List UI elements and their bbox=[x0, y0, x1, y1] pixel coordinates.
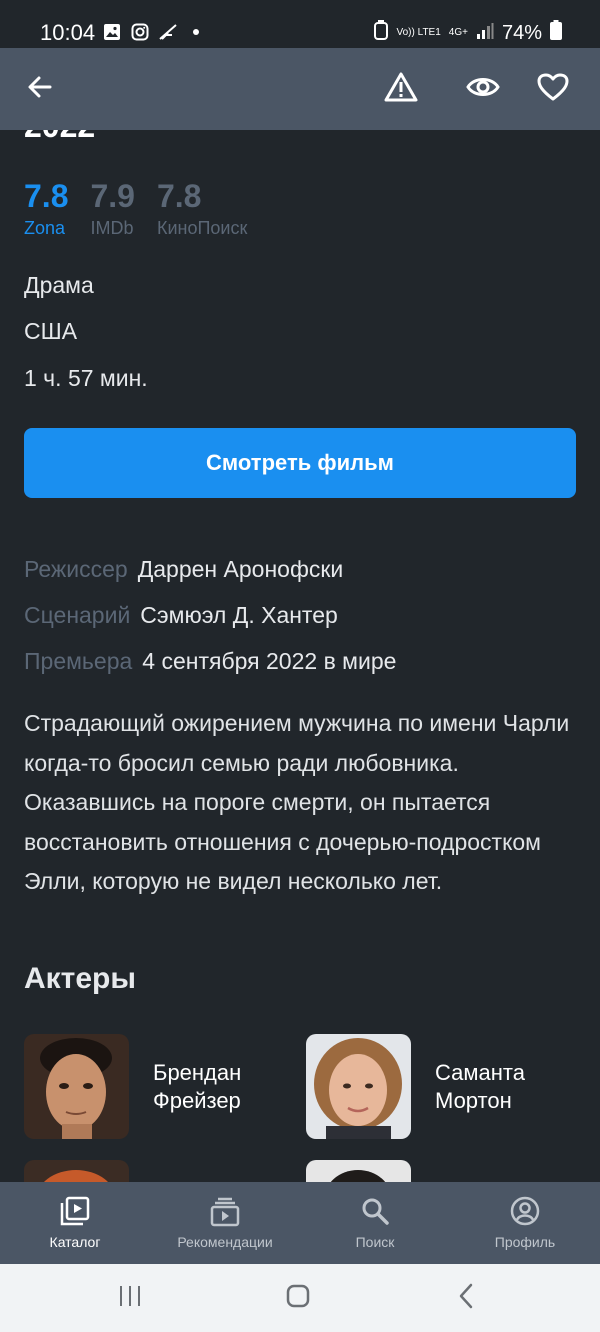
eye-icon bbox=[466, 75, 500, 104]
crew-premiere: Премьера 4 сентября 2022 в мире bbox=[24, 648, 396, 675]
actor-photo-partial[interactable] bbox=[306, 1160, 411, 1182]
rating-value: 7.8 bbox=[24, 178, 69, 214]
nav-label: Поиск bbox=[355, 1234, 395, 1250]
network-indicator: 4G+ bbox=[448, 27, 468, 38]
crew-label: Премьера bbox=[24, 648, 133, 674]
back-button[interactable] bbox=[20, 69, 60, 109]
recents-button[interactable] bbox=[114, 1282, 146, 1314]
battery-percent: 74% bbox=[501, 21, 542, 44]
actors-heading: Актеры bbox=[24, 962, 137, 995]
genre: Драма bbox=[24, 272, 94, 298]
volte-indicator: Vo)) LTE1 bbox=[396, 27, 441, 38]
nav-label: Каталог bbox=[49, 1234, 101, 1250]
rating-value: 7.8 bbox=[156, 178, 202, 214]
nav-search[interactable]: Поиск bbox=[300, 1182, 450, 1264]
nav-recommendations[interactable]: Рекомендации bbox=[150, 1182, 300, 1264]
crew-label: Сценарий bbox=[24, 602, 131, 628]
rating-source: КиноПоиск bbox=[156, 218, 248, 238]
ratings: 7.8 Zona 7.9 IMDb 7.8 КиноПоиск bbox=[24, 178, 247, 239]
favorite-button[interactable] bbox=[533, 69, 573, 109]
bottom-nav: Каталог Рекомендации Поиск Профиль bbox=[0, 1182, 600, 1264]
watch-movie-button[interactable]: Смотреть фильм bbox=[24, 428, 576, 498]
alarm-icon bbox=[373, 20, 389, 46]
rating-source: IMDb bbox=[90, 218, 134, 238]
profile-icon bbox=[508, 1194, 542, 1228]
warning-icon bbox=[384, 71, 418, 108]
crew-value: Сэмюэл Д. Хантер bbox=[140, 602, 338, 628]
notification-icons bbox=[102, 22, 206, 42]
actor-card[interactable]: Брендан Фрейзер bbox=[24, 1034, 273, 1139]
system-nav-bar bbox=[0, 1264, 600, 1332]
actor-name: Саманта Мортон bbox=[435, 1059, 525, 1113]
actor-photo-partial[interactable] bbox=[24, 1160, 129, 1182]
actor-photo bbox=[306, 1034, 411, 1139]
watched-button[interactable] bbox=[463, 69, 503, 109]
gallery-icon bbox=[102, 22, 122, 42]
movie-description: Страдающий ожирением мужчина по имени Ча… bbox=[24, 710, 570, 894]
rating-kinopoisk: 7.8 КиноПоиск bbox=[157, 178, 247, 239]
movie-details[interactable]: 2022 7.8 Zona 7.9 IMDb 7.8 КиноПоиск Дра… bbox=[0, 130, 600, 1182]
crew-writer: Сценарий Сэмюэл Д. Хантер bbox=[24, 602, 338, 629]
nav-label: Рекомендации bbox=[177, 1234, 273, 1250]
home-icon bbox=[285, 1283, 311, 1314]
nav-label: Профиль bbox=[494, 1234, 556, 1250]
actor-name: Брендан Фрейзер bbox=[153, 1059, 242, 1113]
rating-source: Zona bbox=[24, 218, 66, 238]
status-bar: 10:04 Vo)) LTE1 4G+ 74% bbox=[0, 0, 600, 48]
home-button[interactable] bbox=[282, 1282, 314, 1314]
play-library-icon bbox=[58, 1194, 92, 1228]
actor-card[interactable]: Саманта Мортон bbox=[306, 1034, 555, 1139]
actor-photo bbox=[24, 1034, 129, 1139]
chevron-left-icon bbox=[456, 1283, 476, 1314]
country: США bbox=[24, 318, 78, 344]
app-bar bbox=[0, 48, 600, 130]
report-button[interactable] bbox=[381, 69, 421, 109]
feather-icon bbox=[158, 22, 178, 42]
status-time: 10:04 bbox=[40, 20, 96, 45]
arrow-left-icon bbox=[26, 73, 54, 106]
rating-imdb: 7.9 IMDb bbox=[90, 178, 134, 239]
dot-icon bbox=[186, 22, 206, 42]
crew-director: Режиссер Даррен Аронофски bbox=[24, 556, 343, 583]
signal-icon bbox=[476, 22, 494, 45]
system-back-button[interactable] bbox=[450, 1282, 482, 1314]
movie-year: 2022 bbox=[24, 130, 95, 145]
recommendations-icon bbox=[208, 1194, 242, 1228]
recents-icon bbox=[117, 1284, 143, 1313]
battery-icon bbox=[550, 20, 562, 46]
crew-value: Даррен Аронофски bbox=[137, 556, 344, 582]
crew-label: Режиссер bbox=[24, 556, 128, 582]
status-right: Vo)) LTE1 4G+ 74% bbox=[373, 20, 562, 46]
duration: 1 ч. 57 мин. bbox=[24, 365, 148, 391]
crew-value: 4 сентября 2022 в мире bbox=[142, 648, 397, 674]
heart-icon bbox=[537, 73, 569, 106]
rating-value: 7.9 bbox=[90, 178, 135, 214]
instagram-icon bbox=[130, 22, 150, 42]
rating-zona: 7.8 Zona bbox=[24, 178, 68, 239]
nav-catalog[interactable]: Каталог bbox=[0, 1182, 150, 1264]
search-icon bbox=[358, 1194, 392, 1228]
nav-profile[interactable]: Профиль bbox=[450, 1182, 600, 1264]
